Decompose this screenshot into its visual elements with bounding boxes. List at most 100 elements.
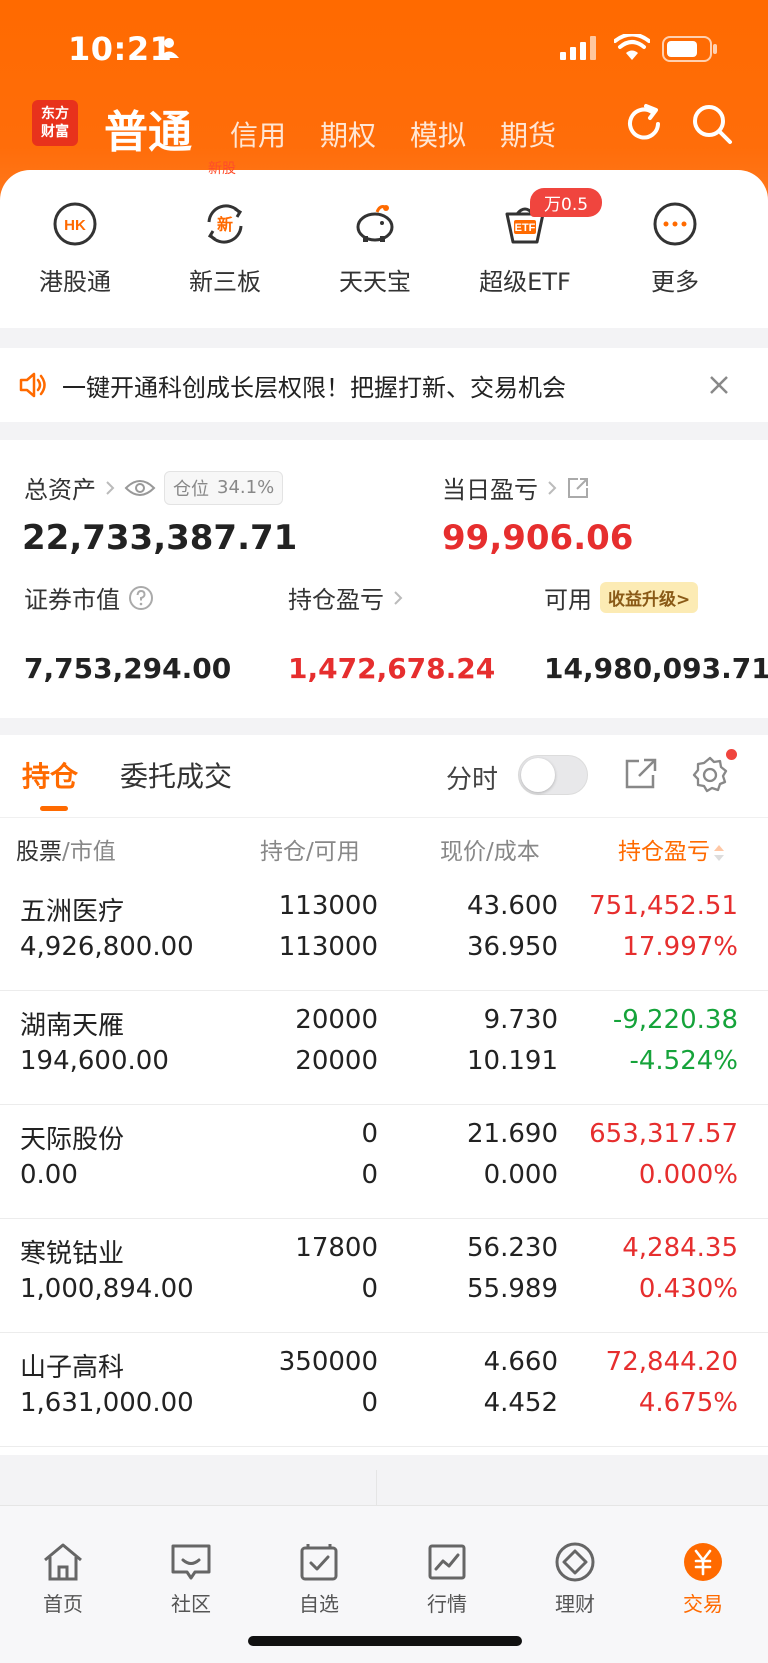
person-icon (159, 38, 179, 58)
price-cell: 9.730 (483, 1005, 558, 1035)
svg-text:ETF: ETF (515, 222, 536, 234)
available-cell: 113000 (278, 932, 378, 962)
daily-pl-label: 当日盈亏 (442, 476, 538, 504)
market-value-cell: 1,631,000.00 (20, 1388, 194, 1418)
available-cell: 0 (361, 1388, 378, 1418)
tab-normal[interactable]: 普通 (104, 96, 192, 160)
tabbar-label-home: 首页 (43, 1592, 83, 1616)
market-value-cell: 1,000,894.00 (20, 1274, 194, 1304)
xin-icon: 新 (207, 204, 243, 244)
toggle-knob (521, 758, 555, 792)
cost-cell: 0.000 (483, 1160, 558, 1190)
tab-holdings[interactable]: 持仓 (22, 755, 78, 795)
table-header: 股票/市值 持仓/可用 现价/成本 持仓盈亏 (0, 817, 768, 877)
quick-label-hk: 港股通 (39, 268, 111, 296)
signal-icon (560, 36, 596, 60)
table-row[interactable]: 山子高科 1,631,000.00 350000 0 4.660 4.452 72,844.… (0, 1333, 768, 1447)
tab-futures[interactable]: 期货 (500, 114, 556, 154)
speaker-icon (19, 372, 46, 398)
close-icon[interactable] (708, 374, 730, 396)
watchlist-icon (300, 1544, 338, 1581)
tab-options[interactable]: 期权 (320, 114, 376, 154)
table-row[interactable]: 寒锐钴业 1,000,894.00 17800 0 56.230 55.989 4,284.… (0, 1219, 768, 1333)
fenshi-toggle[interactable] (518, 755, 588, 795)
share-icon[interactable] (566, 476, 590, 500)
col-cost-label: 成本 (493, 839, 540, 865)
search-icon[interactable] (690, 102, 734, 146)
help-icon[interactable] (128, 585, 154, 611)
holding-pl-value: 1,472,678.24 (288, 652, 496, 685)
tabbar-item-home[interactable]: 首页 (18, 1542, 108, 1617)
holding-cell: 350000 (278, 1347, 378, 1377)
notification-dot (726, 749, 737, 760)
tabbar-item-wealth[interactable]: 理财 (530, 1542, 620, 1617)
tabbar-label-market: 行情 (427, 1592, 467, 1616)
col-price-header[interactable]: 现价/成本 (440, 832, 540, 866)
pl-cell: 4,284.35 (622, 1233, 738, 1263)
position-value: 34.1% (217, 477, 275, 498)
svg-text:HK: HK (64, 217, 86, 234)
col-mv-label: 市值 (69, 839, 116, 865)
pl-cell: 653,317.57 (589, 1119, 738, 1149)
divider (376, 1470, 377, 1505)
price-cell: 56.230 (467, 1233, 558, 1263)
yield-upgrade-button[interactable]: 收益升级> (600, 582, 699, 613)
tab-credit[interactable]: 信用 (230, 114, 286, 154)
col-stock-header[interactable]: 股票/市值 (16, 832, 116, 866)
home-icon (44, 1543, 82, 1581)
tabbar-label-wealth: 理财 (555, 1592, 595, 1616)
table-row[interactable]: 湖南天雁 194,600.00 20000 20000 9.730 10.191 -9,22… (0, 991, 768, 1105)
available-cell: 20000 (295, 1046, 378, 1076)
position-label: 仓位 (173, 478, 209, 500)
col-holding-header[interactable]: 持仓/可用 (260, 832, 360, 866)
wealth-icon (555, 1542, 595, 1582)
app-logo[interactable]: 东方 财富 (32, 100, 78, 146)
daily-pl-label-group[interactable]: 当日盈亏 (442, 470, 590, 505)
position-chip: 仓位 34.1% (164, 470, 284, 505)
pl-pct-cell: 0.430% (638, 1274, 738, 1304)
home-indicator (248, 1636, 522, 1646)
col-pl-label: 持仓盈亏 (618, 839, 710, 865)
quick-item-neeq[interactable]: 新 新三板 (170, 200, 280, 297)
total-assets-label-group[interactable]: 总资产 仓位 34.1% (24, 470, 284, 505)
cost-cell: 55.989 (467, 1274, 558, 1304)
stock-name: 五洲医疗 (20, 897, 125, 927)
eye-icon[interactable] (124, 477, 156, 499)
tabbar-item-watchlist[interactable]: 自选 (274, 1542, 364, 1617)
notice-bar[interactable]: 一键开通科创成长层权限！把握打新、交易机会 (0, 348, 768, 422)
cost-cell: 10.191 (467, 1046, 558, 1076)
col-pl-header[interactable]: 持仓盈亏 (618, 832, 726, 866)
tab-simulation[interactable]: 模拟 (410, 114, 466, 154)
logo-text-2: 财富 (41, 124, 69, 140)
trade-icon (684, 1543, 722, 1581)
holding-pl-label-group[interactable]: 持仓盈亏 (288, 580, 404, 615)
tabbar-item-market[interactable]: 行情 (402, 1542, 492, 1617)
tabbar-item-trade[interactable]: 交易 (658, 1542, 748, 1617)
market-value-label-group: 证券市值 (24, 580, 154, 615)
quick-item-ttb[interactable]: 天天宝 (320, 200, 430, 297)
sort-icon (714, 844, 724, 861)
quick-item-hk[interactable]: HK 港股通 (20, 200, 130, 297)
market-value-cell: 0.00 (20, 1160, 78, 1190)
settings-icon[interactable] (690, 755, 730, 795)
holding-pl-label: 持仓盈亏 (288, 586, 384, 614)
table-row[interactable]: 天际股份 0.00 0 0 21.690 0.000 653,317.57 0.000% (0, 1105, 768, 1219)
pl-pct-cell: 4.675% (638, 1388, 738, 1418)
total-assets-label: 总资产 (24, 476, 96, 504)
pl-cell: -9,220.38 (612, 1005, 738, 1035)
external-link-icon[interactable] (622, 755, 660, 793)
market-value-cell: 4,926,800.00 (20, 932, 194, 962)
table-row[interactable]: 五洲医疗 4,926,800.00 113000 113000 43.600 36.950… (0, 877, 768, 991)
stock-name: 湖南天雁 (20, 1011, 125, 1041)
daily-pl-value: 99,906.06 (442, 518, 634, 558)
tab-orders[interactable]: 委托成交 (120, 755, 232, 795)
battery-icon (662, 36, 717, 62)
tabbar-item-community[interactable]: 社区 (146, 1542, 236, 1617)
partial-new-badge: 新股 (208, 161, 236, 177)
stock-name: 寒锐钴业 (20, 1239, 125, 1269)
market-value-cell: 194,600.00 (20, 1046, 169, 1076)
col-holding-label: 持仓 (260, 839, 306, 865)
quick-item-more[interactable]: 更多 (620, 200, 730, 297)
refresh-icon[interactable] (622, 102, 666, 146)
svg-text:新: 新 (217, 215, 233, 234)
